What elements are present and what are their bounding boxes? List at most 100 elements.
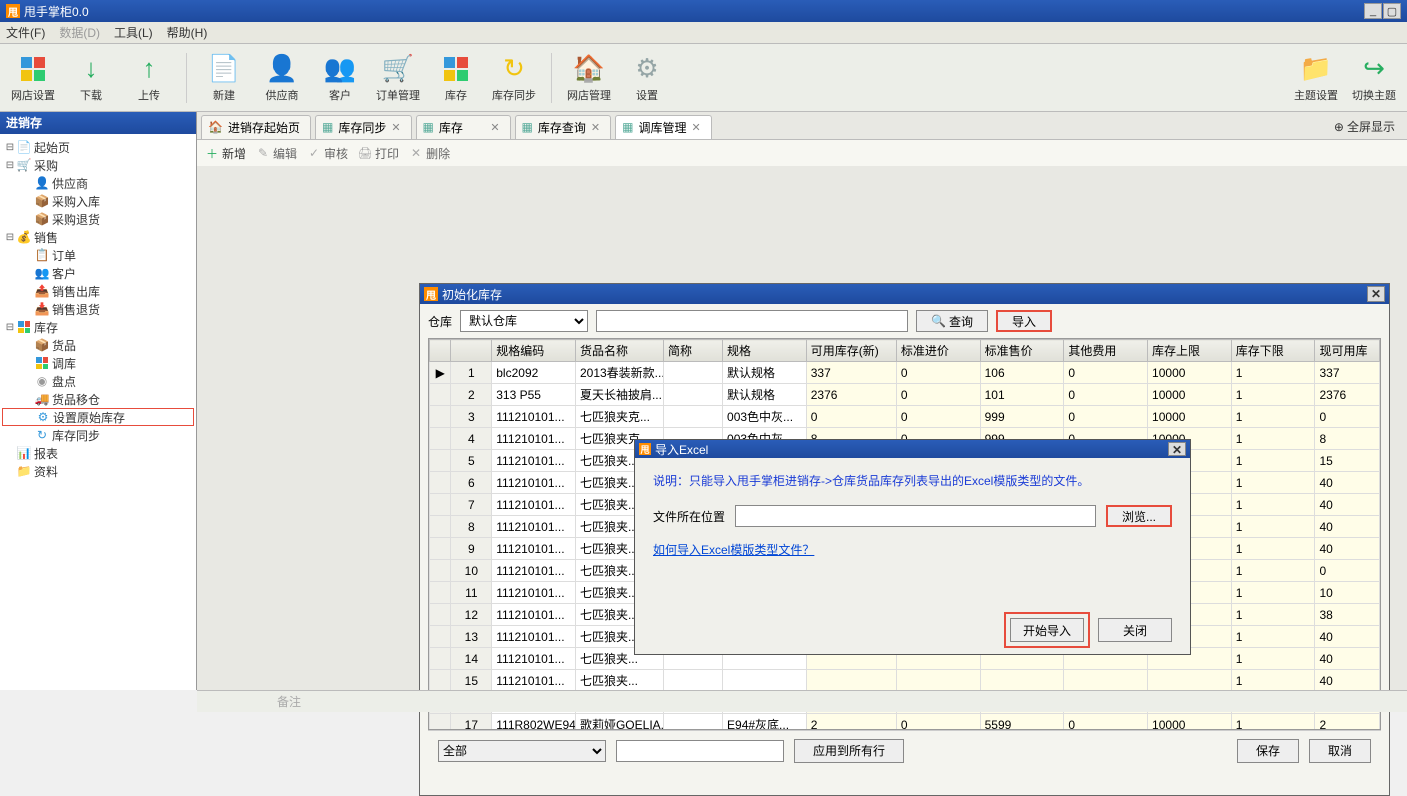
cell[interactable] xyxy=(806,670,896,692)
cell[interactable]: 10000 xyxy=(1148,406,1232,428)
cell[interactable] xyxy=(430,648,451,670)
toolbar-切换主题[interactable]: ↪切换主题 xyxy=(1345,48,1403,108)
cell[interactable]: 1 xyxy=(1231,582,1315,604)
cell[interactable]: 4 xyxy=(451,428,492,450)
subtool-编辑[interactable]: ✎编辑 xyxy=(256,145,297,162)
tab-库存查询[interactable]: ▦库存查询✕ xyxy=(515,115,612,139)
cell[interactable]: 0 xyxy=(1315,560,1380,582)
cell[interactable]: 1 xyxy=(1231,516,1315,538)
cell[interactable]: 1 xyxy=(1231,648,1315,670)
cell[interactable]: 2 xyxy=(1315,714,1380,731)
tree-node-销售退货[interactable]: 📥销售退货 xyxy=(2,300,194,318)
cancel-button[interactable]: 取消 xyxy=(1309,739,1371,763)
cell[interactable]: 10000 xyxy=(1148,384,1232,406)
cell[interactable]: 8 xyxy=(451,516,492,538)
cell[interactable]: 101 xyxy=(980,384,1064,406)
col-header[interactable]: 可用库存(新) xyxy=(806,340,896,362)
subtool-新增[interactable]: ＋新增 xyxy=(205,145,246,162)
col-header[interactable] xyxy=(451,340,492,362)
expand-icon[interactable]: ⊟ xyxy=(4,232,16,243)
cell[interactable] xyxy=(896,670,980,692)
cell[interactable]: 12 xyxy=(451,604,492,626)
cell[interactable]: 337 xyxy=(806,362,896,384)
col-header[interactable]: 货品名称 xyxy=(575,340,663,362)
cell[interactable] xyxy=(663,714,722,731)
filter-input[interactable] xyxy=(616,740,784,762)
cell[interactable]: 111210101... xyxy=(492,494,576,516)
cell[interactable]: 40 xyxy=(1315,516,1380,538)
cell[interactable]: 40 xyxy=(1315,626,1380,648)
table-row[interactable]: 15111210101...七匹狼夹...140 xyxy=(430,670,1380,692)
cell[interactable]: 1 xyxy=(1231,406,1315,428)
cell[interactable]: 40 xyxy=(1315,494,1380,516)
tree-node-客户[interactable]: 👥客户 xyxy=(2,264,194,282)
cell[interactable]: 1 xyxy=(1231,428,1315,450)
subtool-审核[interactable]: ✓审核 xyxy=(307,145,348,162)
tab-close-icon[interactable]: ✕ xyxy=(490,121,499,134)
search-button[interactable]: 🔍查询 xyxy=(916,310,988,332)
start-import-button[interactable]: 开始导入 xyxy=(1010,618,1084,642)
cell[interactable]: 1 xyxy=(1231,604,1315,626)
cell[interactable]: 111210101... xyxy=(492,582,576,604)
tab-close-icon[interactable]: ✕ xyxy=(391,121,400,134)
cell[interactable]: 9 xyxy=(451,538,492,560)
cell[interactable]: 111210101... xyxy=(492,604,576,626)
cell[interactable] xyxy=(723,670,807,692)
cell[interactable] xyxy=(980,670,1064,692)
cell[interactable]: 111210101... xyxy=(492,516,576,538)
cell[interactable]: 0 xyxy=(1064,362,1148,384)
cell[interactable]: 111210101... xyxy=(492,450,576,472)
cell[interactable]: 0 xyxy=(896,406,980,428)
maximize-button[interactable]: ▢ xyxy=(1383,3,1401,19)
cell[interactable]: 2013春装新款... xyxy=(575,362,663,384)
expand-icon[interactable]: ⊟ xyxy=(4,322,16,333)
table-row[interactable]: 17111R802WE94S歌莉娅GOELIA...E94#灰底...20559… xyxy=(430,714,1380,731)
tree-node-起始页[interactable]: ⊟📄起始页 xyxy=(2,138,194,156)
cell[interactable]: 337 xyxy=(1315,362,1380,384)
cell[interactable]: 1 xyxy=(1231,538,1315,560)
cell[interactable]: 0 xyxy=(1064,714,1148,731)
cell[interactable] xyxy=(430,472,451,494)
cell[interactable]: 15 xyxy=(1315,450,1380,472)
cell[interactable]: 8 xyxy=(1315,428,1380,450)
apply-all-button[interactable]: 应用到所有行 xyxy=(794,739,904,763)
menu-item[interactable]: 文件(F) xyxy=(6,24,45,41)
cell[interactable] xyxy=(430,670,451,692)
toolbar-网店设置[interactable]: 网店设置 xyxy=(4,48,62,108)
toolbar-上传[interactable]: ↑上传 xyxy=(120,48,178,108)
cell[interactable]: 1 xyxy=(1231,626,1315,648)
cell[interactable]: 6 xyxy=(451,472,492,494)
tree-node-库存[interactable]: ⊟库存 xyxy=(2,318,194,336)
cell[interactable] xyxy=(1148,670,1232,692)
toolbar-订单管理[interactable]: 🛒订单管理 xyxy=(369,48,427,108)
cell[interactable]: 111210101... xyxy=(492,670,576,692)
tree-node-盘点[interactable]: ◉盘点 xyxy=(2,372,194,390)
cell[interactable]: 0 xyxy=(1064,406,1148,428)
cell[interactable]: 0 xyxy=(896,714,980,731)
cell[interactable]: 10 xyxy=(1315,582,1380,604)
cell[interactable] xyxy=(663,362,722,384)
cell[interactable]: 1 xyxy=(1231,450,1315,472)
subtool-删除[interactable]: ✕删除 xyxy=(409,145,450,162)
cell[interactable] xyxy=(430,384,451,406)
cell[interactable]: 7 xyxy=(451,494,492,516)
cell[interactable] xyxy=(430,428,451,450)
toolbar-下载[interactable]: ↓下载 xyxy=(62,48,120,108)
cell[interactable] xyxy=(663,406,722,428)
cell[interactable]: 15 xyxy=(451,670,492,692)
cell[interactable]: 1 xyxy=(1231,670,1315,692)
cell[interactable]: 111210101... xyxy=(492,626,576,648)
cell[interactable]: 2376 xyxy=(1315,384,1380,406)
cell[interactable]: 3 xyxy=(451,406,492,428)
cell[interactable]: 0 xyxy=(896,384,980,406)
toolbar-网店管理[interactable]: 🏠网店管理 xyxy=(560,48,618,108)
col-header[interactable]: 库存上限 xyxy=(1148,340,1232,362)
tree-node-库存同步[interactable]: ↻库存同步 xyxy=(2,426,194,444)
tab-库存同步[interactable]: ▦库存同步✕ xyxy=(315,115,412,139)
cell[interactable]: 2376 xyxy=(806,384,896,406)
cell[interactable]: 1 xyxy=(1231,472,1315,494)
cell[interactable]: 5599 xyxy=(980,714,1064,731)
col-header[interactable]: 其他费用 xyxy=(1064,340,1148,362)
cell[interactable] xyxy=(663,670,722,692)
toolbar-主题设置[interactable]: 📁主题设置 xyxy=(1287,48,1345,108)
